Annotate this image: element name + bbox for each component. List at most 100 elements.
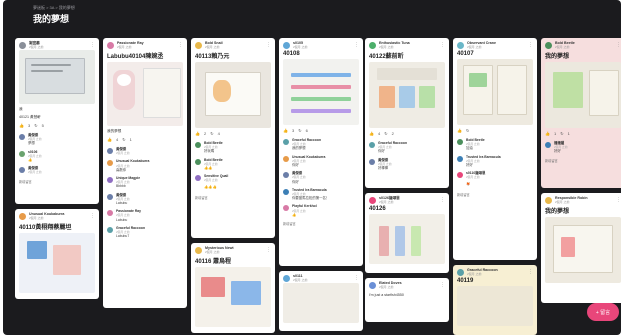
post-time: 2個月 之前 (205, 45, 220, 49)
post-title: 40113賴乃元 (195, 54, 230, 60)
more-menu-icon[interactable]: ⋮ (178, 42, 183, 48)
comment-count: 2 (391, 131, 394, 136)
post-image[interactable] (369, 62, 445, 128)
bottom-text: I'm just a starfish4550 (369, 293, 404, 297)
post-time: 2個月 之前 (293, 278, 308, 282)
more-menu-icon[interactable]: ⋮ (354, 275, 359, 281)
post-image[interactable] (457, 286, 533, 326)
post-image[interactable] (107, 62, 183, 126)
more-menu-icon[interactable]: ⋮ (440, 42, 445, 48)
more-menu-icon[interactable]: ⋮ (440, 282, 445, 288)
comment: 黃傑傑 2個月 之前 你好 (279, 169, 363, 186)
post-card[interactable]: Unusual Koukaburra 2個月 之前 ⋮ 40110黃栩翔蔡麗坦 (15, 209, 99, 299)
more-menu-icon[interactable]: ⋮ (266, 42, 271, 48)
more-menu-icon[interactable]: ⋮ (528, 42, 533, 48)
reply-icon[interactable]: ↻ (384, 131, 387, 136)
post-card[interactable]: Responsible Robin 2個月 之前 ⋮ 我的夢想 (541, 193, 621, 303)
post-time: 2個月 之前 (29, 45, 44, 49)
reply-icon[interactable]: ↻ (34, 123, 37, 128)
post-card[interactable]: 謝宜蓁 2個月 之前 ⋮ 我 40121 黃慧軒 👍 3 ↻ 5 黃傑傑 2個月 之前夢… (15, 38, 99, 204)
more-menu-icon[interactable]: ⋮ (266, 247, 271, 253)
reply-icon[interactable]: ↻ (210, 131, 213, 136)
reply-icon[interactable]: ↻ (560, 131, 563, 136)
like-icon[interactable]: 👍 (195, 131, 200, 136)
post-time: 2個月 之前 (555, 200, 570, 204)
post-card[interactable]: Elated Doves 2個月 之前 ⋮ I'm just a starfish… (365, 278, 449, 322)
more-menu-icon[interactable]: ⋮ (90, 213, 95, 219)
more-menu-icon[interactable]: ⋮ (616, 197, 621, 203)
avatar (283, 41, 290, 49)
post-time: 2個月 之前 (379, 200, 394, 204)
add-comment-input[interactable]: 新增留言 (279, 219, 363, 230)
avatar (283, 274, 290, 282)
avatar (369, 196, 376, 204)
like-icon[interactable]: 👍 (107, 137, 112, 142)
post-time: 2個月 之前 (555, 45, 570, 49)
page-title: 我的夢想 (33, 14, 70, 24)
comment-count: 6 (305, 128, 308, 133)
column-7: Bold Beetle 2個月 之前 ⋮ 我的夢想 👍 1 ↻ 1 播播爐 2個月 之前… (541, 38, 621, 308)
comment: Bold Beetle 2個月 之前 加油 (453, 136, 537, 153)
post-card[interactable]: s0126鍾頌恩 2個月 之前 ⋮ 40126 (365, 193, 449, 273)
post-card[interactable]: s0111 2個月 之前 ⋮ (279, 271, 363, 331)
post-image[interactable] (545, 62, 621, 128)
comment: Graceful Raccoon 2個月 之前 你好 (365, 139, 449, 156)
add-post-button[interactable]: + 留言 (587, 303, 619, 321)
action-bar: 👍 4 ↻ 1 (103, 134, 187, 145)
add-comment-input[interactable]: 新增留言 (15, 177, 99, 188)
breadcrumb[interactable]: 夢迷板 > 3A > 我的夢想 (33, 5, 75, 11)
add-comment-input[interactable]: 新增留言 (191, 193, 275, 204)
post-title: 40119 (457, 278, 474, 284)
post-card[interactable]: Graceful Raccoon 2個月 之前 ⋮ 40119 (453, 265, 537, 335)
post-card[interactable]: Enthusiastic Tuna 2個月 之前 ⋮ 40122蘇前昕 👍 4 ↻ 2… (365, 38, 449, 188)
post-time: 2個月 之前 (467, 45, 482, 49)
comment: Unique Magpie 2個月 之前 Bbbbb (103, 174, 187, 191)
post-image[interactable] (369, 214, 445, 264)
post-image[interactable] (283, 59, 359, 125)
comment-count: 4 (217, 131, 220, 136)
comment: Bold Beetle 2個月 之前 好玩嗎 (191, 139, 275, 156)
comment: 黃傑傑 2個月 之前 夢想 (15, 131, 99, 148)
add-comment-input[interactable]: 新增留言 (453, 190, 537, 201)
more-menu-icon[interactable]: ⋮ (528, 269, 533, 275)
avatar (195, 41, 202, 49)
add-comment-input[interactable]: 新增留言 (541, 156, 621, 167)
more-menu-icon[interactable]: ⋮ (354, 42, 359, 48)
post-time: 2個月 之前 (117, 45, 132, 49)
reply-icon[interactable]: ↻ (122, 137, 125, 142)
like-count: 3 (291, 128, 295, 133)
avatar (369, 281, 376, 289)
post-image[interactable] (195, 267, 271, 327)
post-card[interactable]: Mysterious Newt 2個月 之前 ⋮ 40116 蕭烏程 (191, 243, 275, 333)
like-icon[interactable]: 👍 (283, 128, 288, 133)
column-2: Passionate Ray 2個月 之前 ⋮ Labubu40104陳婉丞 我的… (103, 38, 187, 313)
like-count: 4 (115, 137, 119, 142)
post-card[interactable]: Bold Beetle 2個月 之前 ⋮ 我的夢想 👍 1 ↻ 1 播播爐 2個月 之前… (541, 38, 621, 188)
post-image[interactable] (457, 59, 533, 125)
avatar (19, 41, 26, 49)
like-icon[interactable]: 👍 (457, 128, 462, 133)
like-icon[interactable]: 👍 (19, 123, 24, 128)
more-menu-icon[interactable]: ⋮ (90, 42, 95, 48)
reply-icon[interactable]: ↻ (298, 128, 301, 133)
avatar (107, 41, 114, 49)
post-image[interactable] (19, 50, 95, 104)
reply-icon[interactable]: ↻ (466, 128, 469, 133)
action-bar: 👍 ↻ (453, 125, 537, 136)
post-image[interactable] (195, 62, 271, 128)
fab-label: + 留言 (595, 309, 611, 316)
post-image[interactable] (283, 283, 359, 323)
like-icon[interactable]: 👍 (545, 131, 550, 136)
more-menu-icon[interactable]: ⋮ (440, 197, 445, 203)
post-card[interactable]: Bold Snail 2個月 之前 ⋮ 40113賴乃元 👍 2 ↻ 4 Bold B… (191, 38, 275, 238)
post-card[interactable]: Observant Crane 2個月 之前 ⋮ 40107 👍 ↻ Bold B… (453, 38, 537, 260)
post-image[interactable] (545, 217, 621, 283)
post-card[interactable]: Passionate Ray 2個月 之前 ⋮ Labubu40104陳婉丞 我的… (103, 38, 187, 308)
avatar (369, 41, 376, 49)
comment: Passionate Ray 2個月 之前 Labubu (103, 207, 187, 224)
more-menu-icon[interactable]: ⋮ (616, 42, 621, 48)
avatar (195, 246, 202, 254)
like-icon[interactable]: 👍 (369, 131, 374, 136)
post-card[interactable]: s0105 2個月 之前 ⋮ 40108 👍 3 ↻ 6 Graceful Racco… (279, 38, 363, 266)
post-image[interactable] (19, 233, 95, 293)
